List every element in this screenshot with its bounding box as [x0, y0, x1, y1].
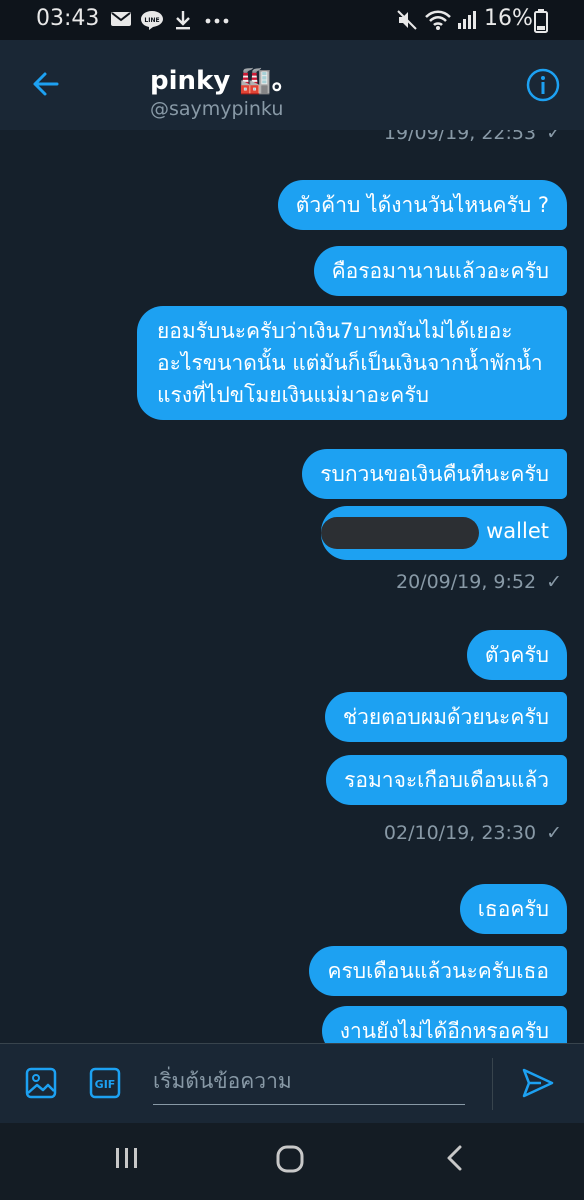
line-app-icon: LINE	[141, 11, 163, 30]
conversation-header: pinky 🏭。 @saymypinku	[0, 40, 584, 130]
send-icon[interactable]	[521, 1066, 555, 1100]
info-icon[interactable]	[526, 68, 560, 102]
system-nav-bar	[0, 1123, 584, 1200]
message-bubble[interactable]: ช่วยตอบผมด้วยนะครับ	[324, 692, 567, 742]
recent-apps-icon[interactable]	[112, 1143, 142, 1173]
message-bubble[interactable]: รบกวนขอเงินคืนทีนะครับ	[302, 449, 567, 499]
wifi-icon	[425, 10, 451, 30]
message-bubble[interactable]: ตัวค้าบ ได้งานวันไหนครับ ?	[277, 180, 567, 230]
divider	[492, 1058, 493, 1110]
message-input[interactable]: เริ่มต้นข้อความ	[153, 1062, 465, 1105]
redacted-area	[321, 517, 479, 549]
svg-text:GIF: GIF	[95, 1078, 116, 1091]
message-bubble[interactable]: wallet	[321, 506, 567, 560]
message-input-placeholder: เริ่มต้นข้อความ	[153, 1069, 292, 1093]
message-timestamp: 20/09/19, 9:52 ✓	[395, 571, 562, 593]
battery-icon	[534, 9, 548, 33]
sent-check-icon: ✓	[546, 571, 562, 593]
mute-icon	[397, 10, 417, 30]
message-bubble[interactable]: ตัวครับ	[466, 630, 567, 680]
battery-percent: 16%	[484, 6, 533, 31]
message-timestamp: 02/10/19, 23:30 ✓	[383, 822, 562, 844]
message-list[interactable]: 19/09/19, 22:53 ✓ ตัวค้าบ ได้งานวันไหนครั…	[0, 130, 584, 1043]
sent-check-icon: ✓	[546, 822, 562, 844]
status-time: 03:43	[36, 6, 100, 31]
mail-icon	[111, 12, 131, 26]
image-icon[interactable]	[24, 1066, 58, 1100]
gif-icon[interactable]: GIF	[88, 1066, 122, 1100]
signal-icon	[458, 11, 476, 29]
contact-name[interactable]: pinky 🏭。	[150, 60, 298, 97]
message-bubble[interactable]: คือรอมานานแล้วอะครับ	[313, 246, 567, 296]
message-bubble[interactable]: ยอมรับนะครับว่าเงิน7บาทมันไม่ได้เยอะอะไร…	[137, 306, 567, 420]
status-bar: 03:43 LINE 16%	[0, 0, 584, 40]
compose-bar: GIF เริ่มต้นข้อความ	[0, 1043, 584, 1124]
contact-handle[interactable]: @saymypinku	[150, 98, 283, 120]
more-dots-icon	[205, 18, 229, 24]
back-nav-icon[interactable]	[440, 1143, 470, 1173]
download-icon	[176, 11, 190, 30]
message-bubble[interactable]: งานยังไม่ได้อีกหรอครับ	[321, 1006, 567, 1043]
message-bubble[interactable]: เธอครับ	[459, 884, 567, 934]
sent-check-icon: ✓	[546, 130, 562, 144]
message-timestamp: 19/09/19, 22:53 ✓	[384, 130, 562, 144]
home-icon[interactable]	[274, 1143, 306, 1175]
message-bubble[interactable]: ครบเดือนแล้วนะครับเธอ	[309, 946, 567, 996]
back-arrow-icon[interactable]	[30, 68, 62, 100]
message-bubble[interactable]: รอมาจะเกือบเดือนแล้ว	[326, 755, 567, 805]
svg-text:LINE: LINE	[144, 17, 159, 24]
